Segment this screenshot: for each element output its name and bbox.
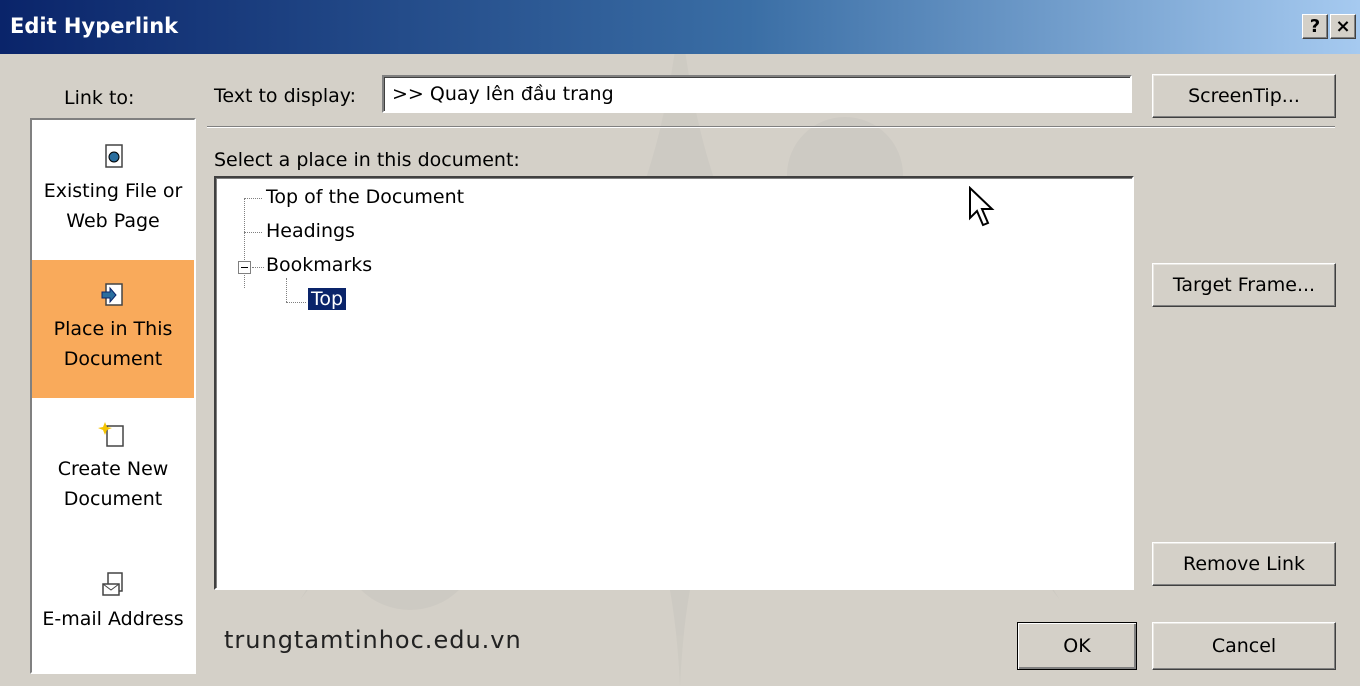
link-to-label: Link to:	[64, 87, 135, 109]
tree-line	[244, 198, 245, 288]
link-item-label: Web Page	[66, 210, 160, 232]
title-bar: Edit Hyperlink ? ×	[0, 0, 1360, 54]
link-item-label: Existing File or	[43, 180, 183, 202]
select-place-label: Select a place in this document:	[214, 149, 520, 171]
link-item-label: E-mail Address	[42, 608, 184, 630]
tree-line	[286, 278, 287, 302]
tree-line	[244, 198, 262, 199]
collapse-icon[interactable]	[238, 261, 251, 274]
separator	[207, 126, 1335, 128]
mouse-cursor-icon	[969, 186, 995, 227]
window-title: Edit Hyperlink	[10, 14, 179, 38]
tree-node-top-of-document[interactable]: Top of the Document	[266, 186, 464, 208]
text-to-display-label: Text to display:	[214, 85, 357, 107]
link-item-label: Place in This	[53, 318, 173, 340]
watermark-text: trungtamtinhoc.edu.vn	[224, 626, 522, 654]
text-to-display-input[interactable]: >> Quay lên đầu trang	[382, 75, 1132, 113]
link-item-label: Document	[63, 348, 163, 370]
place-tree[interactable]: Top of the Document Headings Bookmarks T…	[214, 176, 1134, 590]
link-to-place-in-document[interactable]: Place in This Document	[32, 260, 194, 398]
tree-line	[244, 232, 262, 233]
screentip-button[interactable]: ScreenTip...	[1152, 74, 1336, 118]
email-icon	[102, 572, 123, 596]
tree-line	[286, 302, 306, 303]
link-item-label: Document	[63, 488, 163, 510]
close-button[interactable]: ×	[1330, 14, 1356, 39]
link-to-bar: Existing File or Web Page Place in This …	[30, 118, 196, 674]
ok-button[interactable]: OK	[1017, 622, 1137, 670]
remove-link-button[interactable]: Remove Link	[1152, 542, 1336, 586]
tree-node-bookmarks[interactable]: Bookmarks	[266, 254, 372, 276]
tree-line	[252, 267, 264, 268]
target-frame-button[interactable]: Target Frame...	[1152, 263, 1336, 307]
tree-node-top-bookmark[interactable]: Top	[306, 287, 348, 311]
help-button[interactable]: ?	[1302, 14, 1328, 39]
link-to-email[interactable]: E-mail Address	[32, 570, 194, 634]
link-item-label: Create New	[57, 458, 169, 480]
link-to-existing-file[interactable]: Existing File or Web Page	[32, 142, 194, 236]
link-to-create-new[interactable]: Create New Document	[32, 420, 194, 514]
new-document-icon	[98, 422, 124, 447]
tree-node-headings[interactable]: Headings	[266, 220, 355, 242]
cancel-button[interactable]: Cancel	[1152, 622, 1336, 670]
web-page-icon	[105, 144, 123, 168]
place-in-document-icon	[101, 283, 123, 306]
